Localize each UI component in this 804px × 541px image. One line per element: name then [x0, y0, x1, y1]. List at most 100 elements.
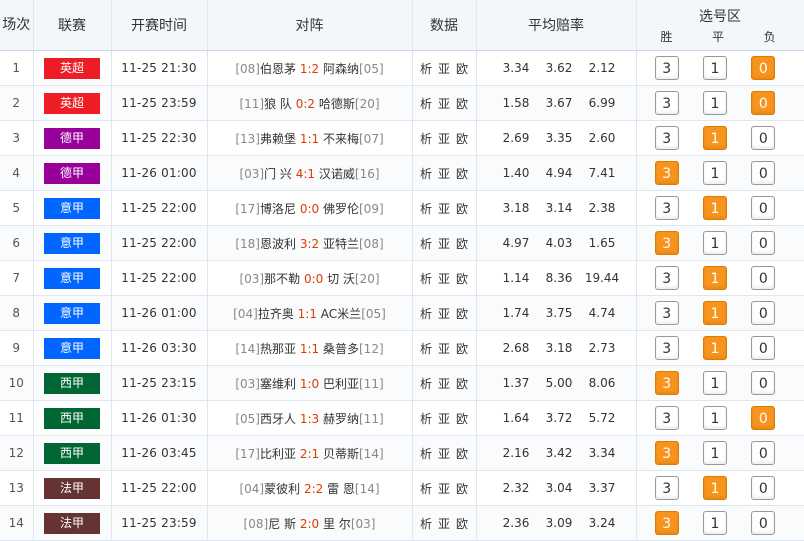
- analysis-link[interactable]: 析: [420, 237, 432, 251]
- pick-lose-button[interactable]: 0: [751, 91, 776, 115]
- euro-odds-link[interactable]: 欧: [456, 342, 468, 356]
- league-badge[interactable]: 英超: [44, 92, 100, 114]
- analysis-link[interactable]: 析: [420, 202, 432, 216]
- away-team[interactable]: 佛罗伦: [323, 202, 359, 216]
- league-badge[interactable]: 意甲: [44, 337, 100, 359]
- euro-odds-link[interactable]: 欧: [456, 307, 468, 321]
- asian-odds-link[interactable]: 亚: [438, 412, 450, 426]
- euro-odds-link[interactable]: 欧: [456, 132, 468, 146]
- asian-odds-link[interactable]: 亚: [438, 307, 450, 321]
- league-badge[interactable]: 德甲: [44, 127, 100, 149]
- analysis-link[interactable]: 析: [420, 517, 432, 531]
- euro-odds-link[interactable]: 欧: [456, 517, 468, 531]
- pick-lose-button[interactable]: 0: [751, 336, 776, 360]
- pick-lose-button[interactable]: 0: [751, 511, 776, 535]
- away-team[interactable]: 阿森纳: [323, 62, 359, 76]
- league-badge[interactable]: 法甲: [44, 512, 100, 534]
- pick-win-button[interactable]: 3: [654, 336, 679, 360]
- home-team[interactable]: 尼 斯: [268, 517, 296, 531]
- pick-win-button[interactable]: 3: [654, 196, 679, 220]
- league-badge[interactable]: 西甲: [44, 407, 100, 429]
- asian-odds-link[interactable]: 亚: [438, 202, 450, 216]
- pick-draw-button[interactable]: 1: [702, 476, 727, 500]
- away-team[interactable]: 雷 恩: [327, 482, 355, 496]
- away-team[interactable]: 不来梅: [323, 132, 359, 146]
- asian-odds-link[interactable]: 亚: [438, 342, 450, 356]
- away-team[interactable]: 切 沃: [327, 272, 355, 286]
- away-team[interactable]: 亚特兰: [323, 237, 359, 251]
- pick-win-button[interactable]: 3: [654, 91, 679, 115]
- pick-win-button[interactable]: 3: [654, 301, 679, 325]
- league-badge[interactable]: 英超: [44, 57, 100, 79]
- home-team[interactable]: 门 兴: [264, 167, 292, 181]
- home-team[interactable]: 蒙彼利: [264, 482, 300, 496]
- asian-odds-link[interactable]: 亚: [438, 517, 450, 531]
- league-badge[interactable]: 西甲: [44, 372, 100, 394]
- pick-lose-button[interactable]: 0: [751, 161, 776, 185]
- pick-draw-button[interactable]: 1: [702, 126, 727, 150]
- home-team[interactable]: 伯恩茅: [260, 62, 296, 76]
- pick-lose-button[interactable]: 0: [751, 406, 776, 430]
- euro-odds-link[interactable]: 欧: [456, 412, 468, 426]
- pick-win-button[interactable]: 3: [654, 476, 679, 500]
- euro-odds-link[interactable]: 欧: [456, 482, 468, 496]
- euro-odds-link[interactable]: 欧: [456, 62, 468, 76]
- analysis-link[interactable]: 析: [420, 167, 432, 181]
- pick-lose-button[interactable]: 0: [751, 56, 776, 80]
- pick-lose-button[interactable]: 0: [751, 266, 776, 290]
- pick-win-button[interactable]: 3: [654, 126, 679, 150]
- asian-odds-link[interactable]: 亚: [438, 447, 450, 461]
- away-team[interactable]: 桑普多: [323, 342, 359, 356]
- analysis-link[interactable]: 析: [420, 272, 432, 286]
- home-team[interactable]: 热那亚: [260, 342, 296, 356]
- euro-odds-link[interactable]: 欧: [456, 447, 468, 461]
- pick-win-button[interactable]: 3: [654, 371, 679, 395]
- analysis-link[interactable]: 析: [420, 62, 432, 76]
- pick-draw-button[interactable]: 1: [702, 56, 727, 80]
- pick-lose-button[interactable]: 0: [751, 476, 776, 500]
- asian-odds-link[interactable]: 亚: [438, 272, 450, 286]
- pick-draw-button[interactable]: 1: [702, 441, 727, 465]
- pick-draw-button[interactable]: 1: [702, 511, 727, 535]
- home-team[interactable]: 拉齐奥: [258, 307, 294, 321]
- away-team[interactable]: 汉诺威: [319, 167, 355, 181]
- home-team[interactable]: 比利亚: [260, 447, 296, 461]
- league-badge[interactable]: 意甲: [44, 267, 100, 289]
- asian-odds-link[interactable]: 亚: [438, 132, 450, 146]
- euro-odds-link[interactable]: 欧: [456, 202, 468, 216]
- pick-win-button[interactable]: 3: [654, 161, 679, 185]
- euro-odds-link[interactable]: 欧: [456, 237, 468, 251]
- analysis-link[interactable]: 析: [420, 412, 432, 426]
- pick-draw-button[interactable]: 1: [702, 266, 727, 290]
- pick-draw-button[interactable]: 1: [702, 91, 727, 115]
- pick-win-button[interactable]: 3: [654, 231, 679, 255]
- asian-odds-link[interactable]: 亚: [438, 97, 450, 111]
- pick-draw-button[interactable]: 1: [702, 161, 727, 185]
- away-team[interactable]: 赫罗纳: [323, 412, 359, 426]
- pick-draw-button[interactable]: 1: [702, 196, 727, 220]
- pick-lose-button[interactable]: 0: [751, 301, 776, 325]
- pick-draw-button[interactable]: 1: [702, 336, 727, 360]
- analysis-link[interactable]: 析: [420, 447, 432, 461]
- pick-win-button[interactable]: 3: [654, 511, 679, 535]
- home-team[interactable]: 塞维利: [260, 377, 296, 391]
- league-badge[interactable]: 意甲: [44, 302, 100, 324]
- league-badge[interactable]: 法甲: [44, 477, 100, 499]
- pick-lose-button[interactable]: 0: [751, 231, 776, 255]
- league-badge[interactable]: 意甲: [44, 232, 100, 254]
- euro-odds-link[interactable]: 欧: [456, 377, 468, 391]
- analysis-link[interactable]: 析: [420, 482, 432, 496]
- asian-odds-link[interactable]: 亚: [438, 482, 450, 496]
- analysis-link[interactable]: 析: [420, 377, 432, 391]
- away-team[interactable]: AC米兰: [321, 307, 361, 321]
- pick-draw-button[interactable]: 1: [702, 231, 727, 255]
- asian-odds-link[interactable]: 亚: [438, 62, 450, 76]
- pick-lose-button[interactable]: 0: [751, 441, 776, 465]
- pick-lose-button[interactable]: 0: [751, 126, 776, 150]
- league-badge[interactable]: 西甲: [44, 442, 100, 464]
- away-team[interactable]: 哈德斯: [319, 97, 355, 111]
- home-team[interactable]: 那不勒: [264, 272, 300, 286]
- pick-win-button[interactable]: 3: [654, 406, 679, 430]
- pick-lose-button[interactable]: 0: [751, 371, 776, 395]
- league-badge[interactable]: 德甲: [44, 162, 100, 184]
